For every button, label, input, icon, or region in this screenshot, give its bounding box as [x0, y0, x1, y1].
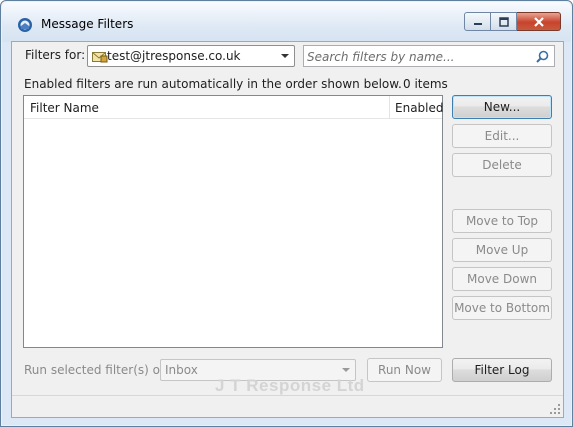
delete-filter-button[interactable]: Delete	[452, 153, 552, 177]
maximize-icon	[498, 16, 509, 27]
account-selector-value: test@jtresponse.co.uk	[107, 49, 241, 63]
close-button[interactable]	[517, 12, 561, 31]
status-bar	[12, 395, 563, 417]
window-title: Message Filters	[41, 17, 134, 31]
watermark-text: J T Response Ltd	[215, 376, 365, 395]
filter-log-button[interactable]: Filter Log	[452, 358, 552, 382]
chevron-down-icon	[281, 54, 289, 58]
title-bar[interactable]: Message Filters	[2, 2, 571, 42]
move-up-button[interactable]: Move Up	[452, 238, 552, 262]
window-frame: Message Filters Filters for: test@jtresp…	[2, 2, 571, 425]
run-on-folder-value: Inbox	[165, 363, 198, 377]
run-on-label: Run selected filter(s) on:	[24, 363, 172, 377]
column-header-filter-name[interactable]: Filter Name	[30, 101, 99, 115]
column-divider[interactable]	[389, 96, 390, 118]
message-filters-window: Message Filters Filters for: test@jtresp…	[0, 0, 573, 427]
filter-info-text: Enabled filters are run automatically in…	[24, 77, 402, 91]
new-filter-button[interactable]: New...	[452, 95, 552, 119]
dialog-client-area: Filters for: test@jtresponse.co.uk Enabl…	[11, 41, 564, 418]
minimize-icon	[473, 22, 482, 25]
filter-list-header: Filter Name Enabled	[24, 96, 444, 119]
move-down-button[interactable]: Move Down	[452, 267, 552, 291]
close-icon	[533, 16, 544, 27]
thunderbird-icon	[18, 18, 32, 32]
search-icon[interactable]	[536, 50, 549, 63]
search-box	[303, 45, 555, 67]
minimize-button[interactable]	[464, 12, 491, 31]
account-selector[interactable]: test@jtresponse.co.uk	[87, 45, 295, 67]
filter-list[interactable]: Filter Name Enabled	[23, 95, 444, 348]
chevron-down-icon	[342, 368, 350, 372]
resize-grip-icon[interactable]	[549, 403, 561, 415]
maximize-button[interactable]	[491, 12, 517, 31]
caption-buttons	[464, 12, 561, 32]
item-count: 0 items	[403, 77, 448, 91]
filters-for-label: Filters for:	[25, 48, 86, 62]
mail-account-icon	[92, 52, 108, 63]
search-input[interactable]	[307, 48, 532, 65]
run-now-button[interactable]: Run Now	[367, 358, 442, 382]
edit-filter-button[interactable]: Edit...	[452, 124, 552, 148]
column-header-enabled[interactable]: Enabled	[395, 101, 444, 115]
move-to-bottom-button[interactable]: Move to Bottom	[452, 296, 552, 320]
move-to-top-button[interactable]: Move to Top	[452, 209, 552, 233]
